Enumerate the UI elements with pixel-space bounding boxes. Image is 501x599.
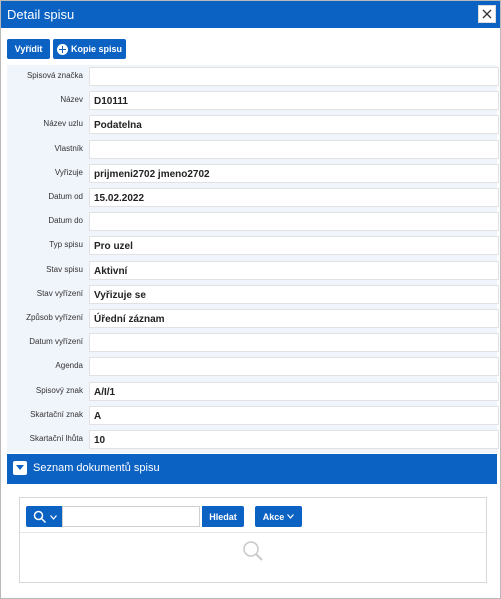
search-icon	[243, 541, 263, 561]
field-label: Skartační lhůta	[29, 434, 83, 443]
dialog-title: Detail spisu	[7, 7, 75, 22]
field-value[interactable]: Podatelna	[89, 115, 499, 135]
actions-menu-button[interactable]: Akce	[255, 506, 302, 527]
field-label: Spisová značka	[26, 71, 83, 80]
form-row-skartacni-znak: Skartační znak A	[7, 404, 499, 427]
field-label: Způsob vyřízení	[26, 313, 83, 322]
form-row-stav-spisu: Stav spisu Aktivní	[7, 259, 499, 282]
field-label: Stav spisu	[46, 264, 83, 274]
form-row-spisova-znacka: Spisová značka	[7, 65, 499, 88]
search-icon	[33, 510, 47, 524]
form-row-zpusob-vyrizeni: Způsob vyřízení Úřední záznam	[7, 307, 499, 330]
field-value[interactable]: prijmeni2702 jmeno2702	[89, 163, 499, 183]
field-label: Datum do	[48, 216, 83, 226]
detail-form: Spisová značka Název D10111 Název uzlu P…	[7, 65, 499, 453]
plus-circle-icon	[56, 43, 68, 55]
form-row-datum-od: Datum od 15.02.2022	[7, 186, 499, 209]
field-value[interactable]: Vyřizuje se	[89, 284, 499, 304]
field-label: Vlastník	[54, 143, 83, 153]
search-input[interactable]	[62, 506, 200, 527]
field-value[interactable]: Aktivní	[89, 260, 499, 280]
field-value[interactable]: 15.02.2022	[89, 188, 499, 207]
close-icon	[482, 9, 492, 19]
chevron-down-icon	[50, 515, 57, 520]
field-label: Vyřizuje	[54, 167, 83, 177]
copy-file-button-label: Kopie spisu	[70, 44, 122, 54]
field-label: Název uzlu	[43, 119, 83, 129]
field-label: Spisový znak	[35, 385, 83, 395]
form-row-nazev-uzlu: Název uzlu Podatelna	[7, 113, 499, 136]
field-value[interactable]: Úřední záznam	[89, 309, 499, 328]
field-label: Název	[60, 95, 83, 105]
form-row-datum-vyrizeni: Datum vyřízení	[7, 331, 499, 354]
form-row-datum-do: Datum do	[7, 210, 499, 233]
dialog-window: Detail spisu Vyřídit Kopie spisu Spisová…	[0, 0, 501, 599]
field-label: Typ spisu	[49, 240, 83, 250]
field-label: Datum od	[48, 192, 83, 201]
field-value[interactable]: Pro uzel	[89, 236, 499, 256]
search-column-button[interactable]	[26, 506, 62, 527]
title-bar: Detail spisu	[1, 1, 500, 28]
field-value[interactable]	[89, 67, 499, 86]
field-value[interactable]	[89, 333, 499, 353]
chevron-down-icon	[16, 465, 24, 470]
field-label: Stav vyřízení	[36, 288, 83, 298]
documents-section-title: Seznam dokumentů spisu	[33, 462, 160, 474]
field-value[interactable]: A/I/1	[89, 381, 499, 401]
field-label: Skartační znak	[30, 409, 83, 419]
field-value[interactable]	[89, 357, 499, 377]
form-row-spisovy-znak: Spisový znak A/I/1	[7, 380, 499, 403]
collapse-toggle-button[interactable]	[13, 461, 27, 475]
form-row-vlastnik: Vlastník	[7, 138, 499, 161]
copy-file-button[interactable]: Kopie spisu	[53, 39, 126, 59]
documents-section-header[interactable]: Seznam dokumentů spisu	[7, 454, 497, 484]
field-value[interactable]	[89, 139, 499, 159]
close-button[interactable]	[478, 5, 496, 23]
field-label: Agenda	[55, 361, 83, 371]
documents-panel: Hledat Akce	[19, 497, 487, 583]
form-row-vyrizuje: Vyřizuje prijmeni2702 jmeno2702	[7, 162, 499, 185]
field-value[interactable]: D10111	[89, 91, 499, 111]
form-row-skartacni-lhuta: Skartační lhůta 10	[7, 428, 499, 451]
chevron-down-icon	[287, 514, 295, 519]
form-row-agenda: Agenda	[7, 355, 499, 378]
field-label: Datum vyřízení	[29, 337, 83, 347]
resolve-button-label: Vyřídit	[14, 44, 43, 54]
field-value[interactable]: 10	[89, 430, 499, 449]
field-value[interactable]: A	[89, 405, 499, 425]
form-row-nazev: Název D10111	[7, 89, 499, 112]
resolve-button[interactable]: Vyřídit	[7, 39, 50, 59]
form-row-stav-vyrizeni: Stav vyřízení Vyřizuje se	[7, 283, 499, 306]
form-row-typ-spisu: Typ spisu Pro uzel	[7, 234, 499, 257]
field-value[interactable]	[89, 212, 499, 232]
panel-divider	[20, 532, 486, 533]
actions-menu-label: Akce	[262, 511, 285, 522]
find-button[interactable]: Hledat	[202, 506, 244, 527]
